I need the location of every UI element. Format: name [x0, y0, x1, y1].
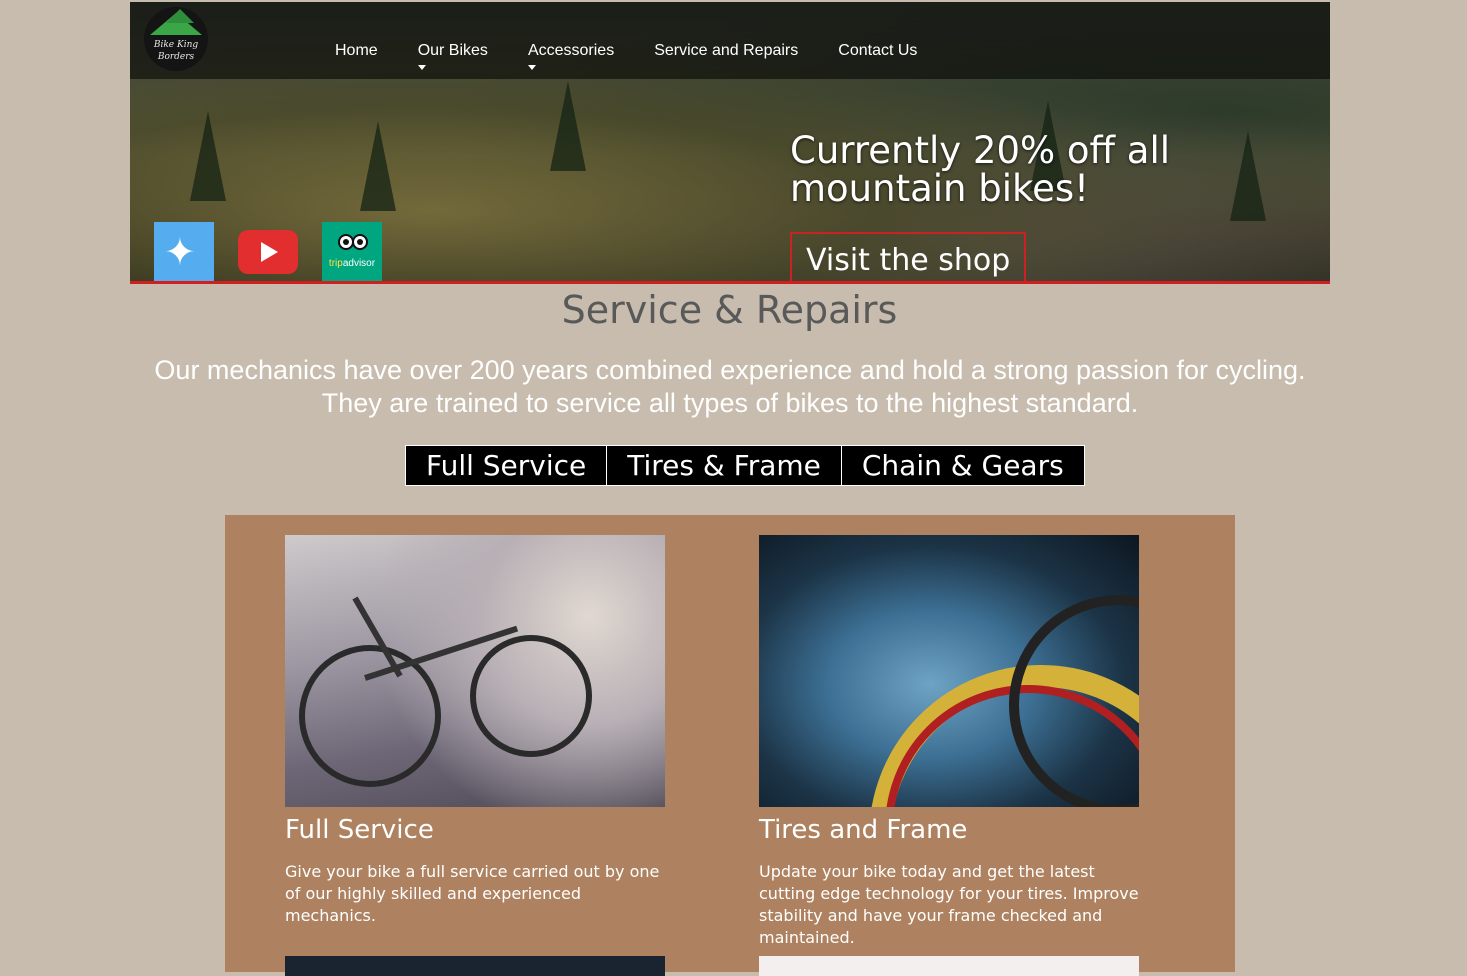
hero-banner: Bike King Borders Home Our Bikes Accesso… — [130, 2, 1330, 284]
tree-decoration — [550, 81, 586, 171]
nav-item-label: Our Bikes — [417, 42, 488, 59]
services-panel: Full Service Give your bike a full servi… — [225, 515, 1235, 976]
nav-item-label: Service and Repairs — [654, 42, 799, 59]
tab-tires-frame[interactable]: Tires & Frame — [607, 445, 842, 486]
tires-frame-image — [759, 535, 1139, 807]
intro-text: Our mechanics have over 200 years combin… — [154, 355, 1306, 418]
bike-wheel-icon — [299, 645, 441, 787]
nav-item-service-repairs[interactable]: Service and Repairs — [654, 42, 798, 60]
promo-line2: mountain bikes! — [790, 167, 1089, 210]
service-image — [759, 956, 1139, 976]
tab-full-service[interactable]: Full Service — [405, 445, 608, 486]
card-title: Tires and Frame — [759, 815, 968, 845]
caret-down-icon — [527, 65, 536, 70]
service-card-full-service: Full Service Give your bike a full servi… — [285, 535, 665, 927]
twitter-icon: ✦ — [164, 230, 196, 274]
service-card-tires-frame: Tires and Frame Update your bike today a… — [759, 535, 1139, 949]
logo-line1: Bike King — [153, 40, 199, 50]
tree-decoration — [1230, 131, 1266, 221]
owl-eye-icon — [352, 234, 368, 250]
tripadvisor-icon — [336, 234, 368, 250]
tripadvisor-label: tripadvisor — [322, 258, 382, 269]
youtube-link[interactable] — [238, 222, 298, 281]
chain-gears-image — [285, 956, 665, 976]
logo-text: Bike King Borders — [144, 39, 208, 63]
full-service-image — [285, 535, 665, 807]
tab-chain-gears[interactable]: Chain & Gears — [841, 445, 1085, 486]
tripadvisor-link[interactable]: tripadvisor — [322, 222, 382, 281]
navbar: Bike King Borders Home Our Bikes Accesso… — [130, 2, 1330, 79]
card-text: Update your bike today and get the lates… — [759, 862, 1139, 947]
bike-wheel-icon — [470, 635, 592, 757]
site-logo[interactable]: Bike King Borders — [144, 7, 208, 71]
card-title: Full Service — [285, 815, 434, 845]
service-tabs: Full Service Tires & Frame Chain & Gears — [405, 445, 1085, 486]
tree-decoration — [360, 121, 396, 211]
tripadvisor-label-advisor: advisor — [342, 258, 376, 269]
twitter-link[interactable]: ✦ — [154, 222, 214, 281]
nav-item-label: Contact Us — [838, 42, 918, 59]
promo-headline: Currently 20% off all mountain bikes! — [790, 132, 1190, 208]
tree-decoration — [190, 111, 226, 201]
nav-item-our-bikes[interactable]: Our Bikes — [417, 42, 488, 70]
nav-menu: Home Our Bikes Accessories Service and R… — [335, 42, 957, 70]
nav-item-contact[interactable]: Contact Us — [838, 42, 917, 60]
nav-item-accessories[interactable]: Accessories — [527, 42, 615, 70]
logo-line2: Borders — [157, 52, 195, 62]
nav-item-label: Home — [335, 42, 378, 59]
nav-item-home[interactable]: Home — [335, 42, 378, 60]
caret-down-icon — [417, 65, 426, 70]
mountain-peak-icon — [166, 9, 194, 23]
visit-shop-button[interactable]: Visit the shop — [790, 232, 1027, 281]
card-text: Give your bike a full service carried ou… — [285, 862, 660, 925]
play-icon — [261, 242, 278, 262]
tripadvisor-label-trip: trip — [328, 258, 343, 269]
promo-line1: Currently 20% off all — [790, 129, 1171, 172]
nav-item-label: Accessories — [527, 42, 615, 59]
page-title: Service & Repairs — [561, 288, 898, 332]
